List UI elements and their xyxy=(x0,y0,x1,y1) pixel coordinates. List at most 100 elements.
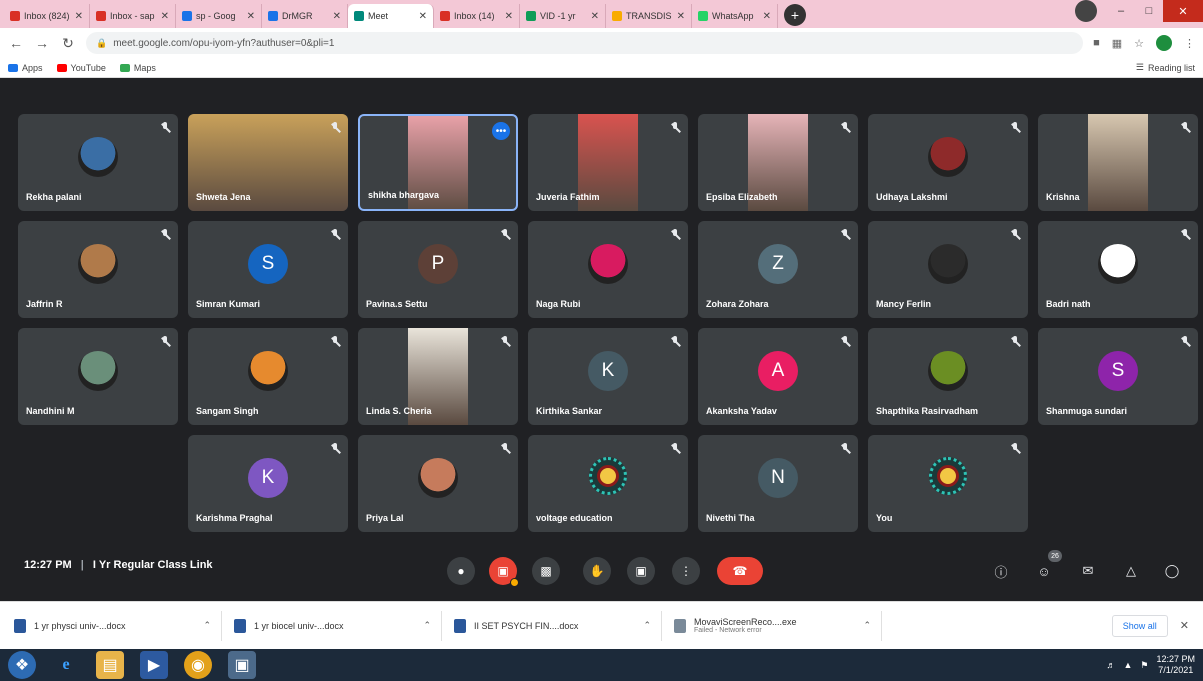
participant-tile[interactable]: K Kirthika Sankar xyxy=(528,328,688,425)
browser-tab[interactable]: Meet ✕ xyxy=(348,4,434,28)
tab-close-icon[interactable]: ✕ xyxy=(677,11,685,22)
participant-tile[interactable]: Badri nath xyxy=(1038,221,1198,318)
participant-tile[interactable]: Linda S. Cheria xyxy=(358,328,518,425)
participant-tile[interactable]: P Pavina.s Settu xyxy=(358,221,518,318)
leave-call-button[interactable]: ☎ xyxy=(717,557,763,585)
participant-name: Udhaya Lakshmi xyxy=(876,192,948,202)
chevron-up-icon[interactable]: ⌃ xyxy=(863,620,871,631)
participant-tile[interactable]: Jaffrin R xyxy=(18,221,178,318)
media-player-icon[interactable]: ▶ xyxy=(140,651,168,679)
app-icon[interactable]: ▣ xyxy=(228,651,256,679)
show-all-button[interactable]: Show all xyxy=(1111,614,1168,637)
internet-explorer-icon[interactable]: e xyxy=(52,651,80,679)
host-controls-icon[interactable]: ◯ xyxy=(1163,562,1181,580)
meeting-details-icon[interactable]: ⓘ xyxy=(992,562,1010,580)
menu-icon[interactable]: ⋮ xyxy=(1184,37,1195,50)
participant-tile[interactable]: Shweta Jena xyxy=(188,114,348,211)
people-icon[interactable]: ☺ xyxy=(1035,562,1053,580)
participant-tile[interactable]: Z Zohara Zohara xyxy=(698,221,858,318)
tab-close-icon[interactable]: ✕ xyxy=(333,11,341,22)
participant-tile[interactable]: Mancy Ferlin xyxy=(868,221,1028,318)
browser-tab[interactable]: VID -1 yr ✕ xyxy=(520,4,606,28)
chevron-up-icon[interactable]: ⌃ xyxy=(643,620,651,631)
file-explorer-icon[interactable]: ▤ xyxy=(96,651,124,679)
browser-tab[interactable]: WhatsApp ✕ xyxy=(692,4,778,28)
participant-tile[interactable]: Naga Rubi xyxy=(528,221,688,318)
close-icon[interactable]: ✕ xyxy=(1163,0,1203,22)
browser-tab[interactable]: Inbox (824) ✕ xyxy=(4,4,90,28)
account-avatar[interactable] xyxy=(1156,35,1172,51)
chat-icon[interactable]: ✉ xyxy=(1079,562,1097,580)
bookmark-item[interactable]: Maps xyxy=(119,63,156,73)
participant-tile[interactable]: Nandhini M xyxy=(18,328,178,425)
tab-close-icon[interactable]: ✕ xyxy=(161,11,169,22)
maximize-icon[interactable]: □ xyxy=(1135,0,1163,22)
browser-tab[interactable]: Inbox (14) ✕ xyxy=(434,4,520,28)
browser-tab[interactable]: sp - Goog ✕ xyxy=(176,4,262,28)
bookmark-item[interactable]: Apps xyxy=(8,63,43,73)
browser-tab[interactable]: Inbox - sap ✕ xyxy=(90,4,176,28)
avatar: K xyxy=(248,457,288,498)
download-item[interactable]: MovaviScreenReco....exe Failed - Network … xyxy=(674,610,882,641)
camera-button[interactable]: ▣ xyxy=(489,557,519,587)
participant-tile[interactable]: S Simran Kumari xyxy=(188,221,348,318)
participant-tile[interactable]: N Nivethi Tha xyxy=(698,435,858,532)
volume-icon[interactable]: ♬ xyxy=(1106,660,1115,670)
close-shelf-icon[interactable]: ✕ xyxy=(1180,619,1189,632)
profile-avatar[interactable] xyxy=(1075,0,1097,22)
url-field[interactable]: 🔒 meet.google.com/opu-iyom-yfn?authuser=… xyxy=(86,32,1084,54)
participant-tile[interactable]: ••• shikha bhargava xyxy=(358,114,518,211)
tab-close-icon[interactable]: ✕ xyxy=(247,11,255,22)
download-item[interactable]: II SET PSYCH FIN....docx ⌃ xyxy=(454,610,662,641)
participant-tile[interactable]: Priya Lal xyxy=(358,435,518,532)
star-icon[interactable]: ☆ xyxy=(1134,37,1144,50)
tab-close-icon[interactable]: ✕ xyxy=(75,11,83,22)
participant-tile[interactable]: Rekha palani xyxy=(18,114,178,211)
more-options-button[interactable]: ⋮ xyxy=(672,557,700,585)
participant-tile[interactable]: S Shanmuga sundari xyxy=(1038,328,1198,425)
tab-close-icon[interactable]: ✕ xyxy=(763,11,771,22)
chrome-icon[interactable]: ◉ xyxy=(184,651,212,679)
tab-close-icon[interactable]: ✕ xyxy=(419,11,427,22)
participant-tile[interactable]: Krishna xyxy=(1038,114,1198,211)
download-item[interactable]: 1 yr physci univ-...docx ⌃ xyxy=(14,610,222,641)
reload-icon[interactable]: ↻ xyxy=(60,35,76,52)
tab-close-icon[interactable]: ✕ xyxy=(505,11,513,22)
minimize-icon[interactable]: – xyxy=(1107,0,1135,22)
start-button-icon[interactable]: ❖ xyxy=(8,651,36,679)
participant-tile[interactable]: K Karishma Praghal xyxy=(188,435,348,532)
participant-tile[interactable]: Epsiba Elizabeth xyxy=(698,114,858,211)
mic-off-icon xyxy=(670,336,680,348)
chevron-up-icon[interactable]: ⌃ xyxy=(423,620,431,631)
forward-icon[interactable]: → xyxy=(34,35,50,51)
new-tab-button[interactable]: + xyxy=(784,4,806,26)
raise-hand-button[interactable]: ✋ xyxy=(583,557,611,585)
reading-list-button[interactable]: ☰ Reading list xyxy=(1136,62,1195,73)
download-name: 1 yr biocel univ-...docx xyxy=(254,620,344,631)
extensions-icon[interactable]: ▦ xyxy=(1112,37,1122,50)
browser-tab[interactable]: DrMGR ✕ xyxy=(262,4,348,28)
participant-tile[interactable]: Udhaya Lakshmi xyxy=(868,114,1028,211)
browser-tab[interactable]: TRANSDIS ✕ xyxy=(606,4,692,28)
network-icon[interactable]: ▲ xyxy=(1123,660,1132,670)
participant-options-icon[interactable]: ••• xyxy=(492,122,510,140)
camera-indicator-icon[interactable]: ■ xyxy=(1093,37,1100,49)
participant-tile[interactable]: A Akanksha Yadav xyxy=(698,328,858,425)
captions-button[interactable]: ▩ xyxy=(532,557,560,585)
microphone-button[interactable]: ● xyxy=(447,557,475,585)
download-item[interactable]: 1 yr biocel univ-...docx ⌃ xyxy=(234,610,442,641)
flag-icon[interactable]: ⚑ xyxy=(1140,660,1148,671)
chevron-up-icon[interactable]: ⌃ xyxy=(203,620,211,631)
participant-tile[interactable]: Sangam Singh xyxy=(188,328,348,425)
bookmark-item[interactable]: YouTube xyxy=(56,63,106,73)
participant-tile[interactable]: voltage education xyxy=(528,435,688,532)
activities-icon[interactable]: △ xyxy=(1122,562,1140,580)
participant-tile[interactable]: Shapthika Rasirvadham xyxy=(868,328,1028,425)
back-icon[interactable]: ← xyxy=(8,35,24,51)
mic-off-icon xyxy=(160,336,170,348)
participant-tile[interactable]: You xyxy=(868,435,1028,532)
tab-close-icon[interactable]: ✕ xyxy=(591,11,599,22)
present-button[interactable]: ▣ xyxy=(627,557,655,585)
participant-tile[interactable]: Juveria Fathim xyxy=(528,114,688,211)
taskbar-clock[interactable]: 12:27 PM 7/1/2021 xyxy=(1156,654,1195,676)
